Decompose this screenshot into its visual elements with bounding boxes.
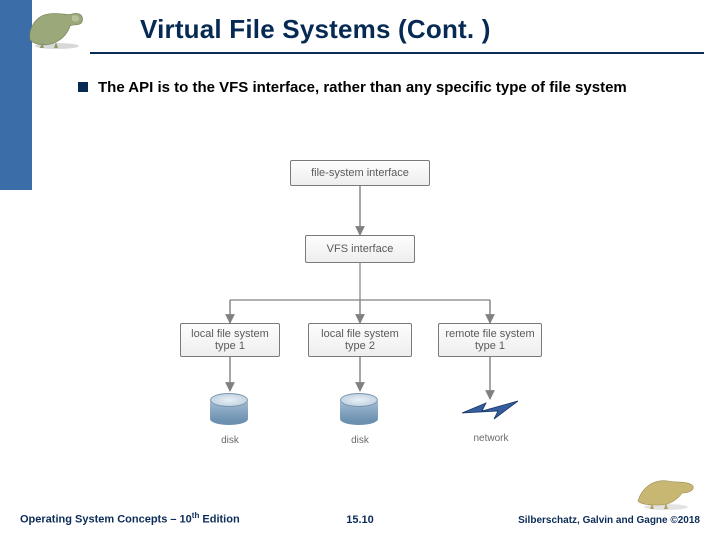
title-underline — [90, 52, 704, 54]
box-local-fs-1: local file systemtype 1 — [180, 323, 280, 357]
box-local-fs-2-label: local file systemtype 2 — [321, 328, 399, 352]
network-icon — [460, 397, 520, 430]
dinosaur-top-icon — [22, 6, 92, 55]
box-file-system-interface-label: file-system interface — [311, 167, 409, 179]
box-local-fs-1-label: local file systemtype 1 — [191, 328, 269, 352]
title-row: Virtual File Systems (Cont. ) — [90, 14, 700, 45]
box-vfs-interface: VFS interface — [305, 235, 415, 263]
bullet-square-icon — [78, 82, 88, 92]
disk-label-2: disk — [332, 435, 388, 446]
slide-title: Virtual File Systems (Cont. ) — [90, 14, 700, 45]
disk-label-1: disk — [202, 435, 258, 446]
disk-icon-1 — [208, 391, 250, 433]
disk-icon-2 — [338, 391, 380, 433]
network-label: network — [456, 433, 526, 444]
box-remote-fs-1-label: remote file systemtype 1 — [445, 328, 534, 352]
footer-copyright: Silberschatz, Galvin and Gagne ©2018 — [518, 515, 700, 526]
bullet-text: The API is to the VFS interface, rather … — [98, 78, 627, 98]
footer: Operating System Concepts – 10th Edition… — [0, 500, 720, 530]
vfs-diagram: file-system interface VFS interface loca… — [160, 155, 560, 455]
slide-root: Virtual File Systems (Cont. ) The API is… — [0, 0, 720, 540]
box-vfs-interface-label: VFS interface — [327, 243, 394, 255]
bullet-row: The API is to the VFS interface, rather … — [78, 78, 680, 98]
box-remote-fs-1: remote file systemtype 1 — [438, 323, 542, 357]
box-file-system-interface: file-system interface — [290, 160, 430, 186]
box-local-fs-2: local file systemtype 2 — [308, 323, 412, 357]
